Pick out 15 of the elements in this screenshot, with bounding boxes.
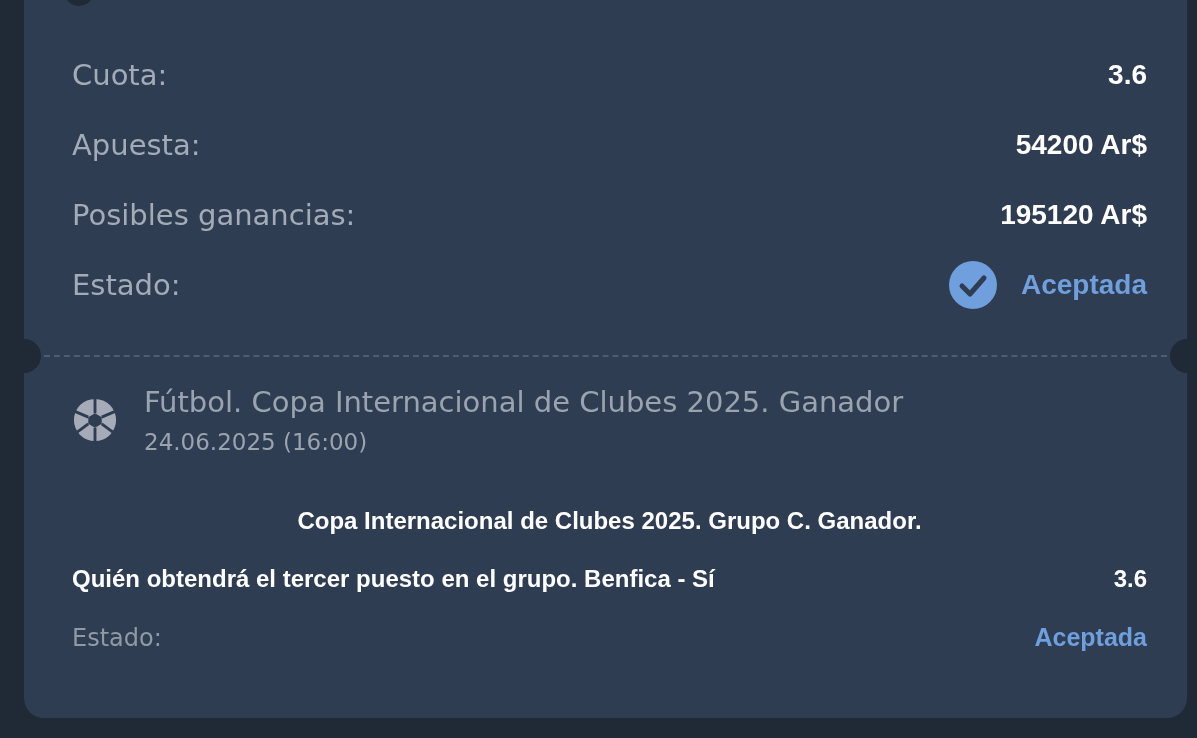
status-value: Aceptada [1034, 623, 1147, 652]
summary-label: Apuesta: [72, 128, 201, 162]
selection-name: Quién obtendrá el tercer puesto en el grupo. Benfica - Sí [72, 565, 715, 593]
status-value: Aceptada [1020, 269, 1147, 301]
summary-label: Cuota: [72, 58, 168, 92]
event-title: Fútbol. Copa Internacional de Clubes 2025. Ganador [144, 385, 904, 419]
summary-label: Posibles ganancias: [72, 198, 356, 232]
event-date: 24.06.2025 (16:00) [144, 429, 369, 455]
market-title: Copa Internacional de Clubes 2025. Grupo C. Ganador. [296, 507, 923, 535]
selection-odds: 3.6 [1113, 565, 1147, 593]
summary-value: 195120 Ar$ [1000, 199, 1147, 231]
status-label: Estado: [72, 268, 181, 302]
summary-value: 54200 Ar$ [1015, 129, 1147, 161]
status-label: Estado: [72, 623, 162, 652]
summary-value: 3.6 [1108, 59, 1147, 91]
